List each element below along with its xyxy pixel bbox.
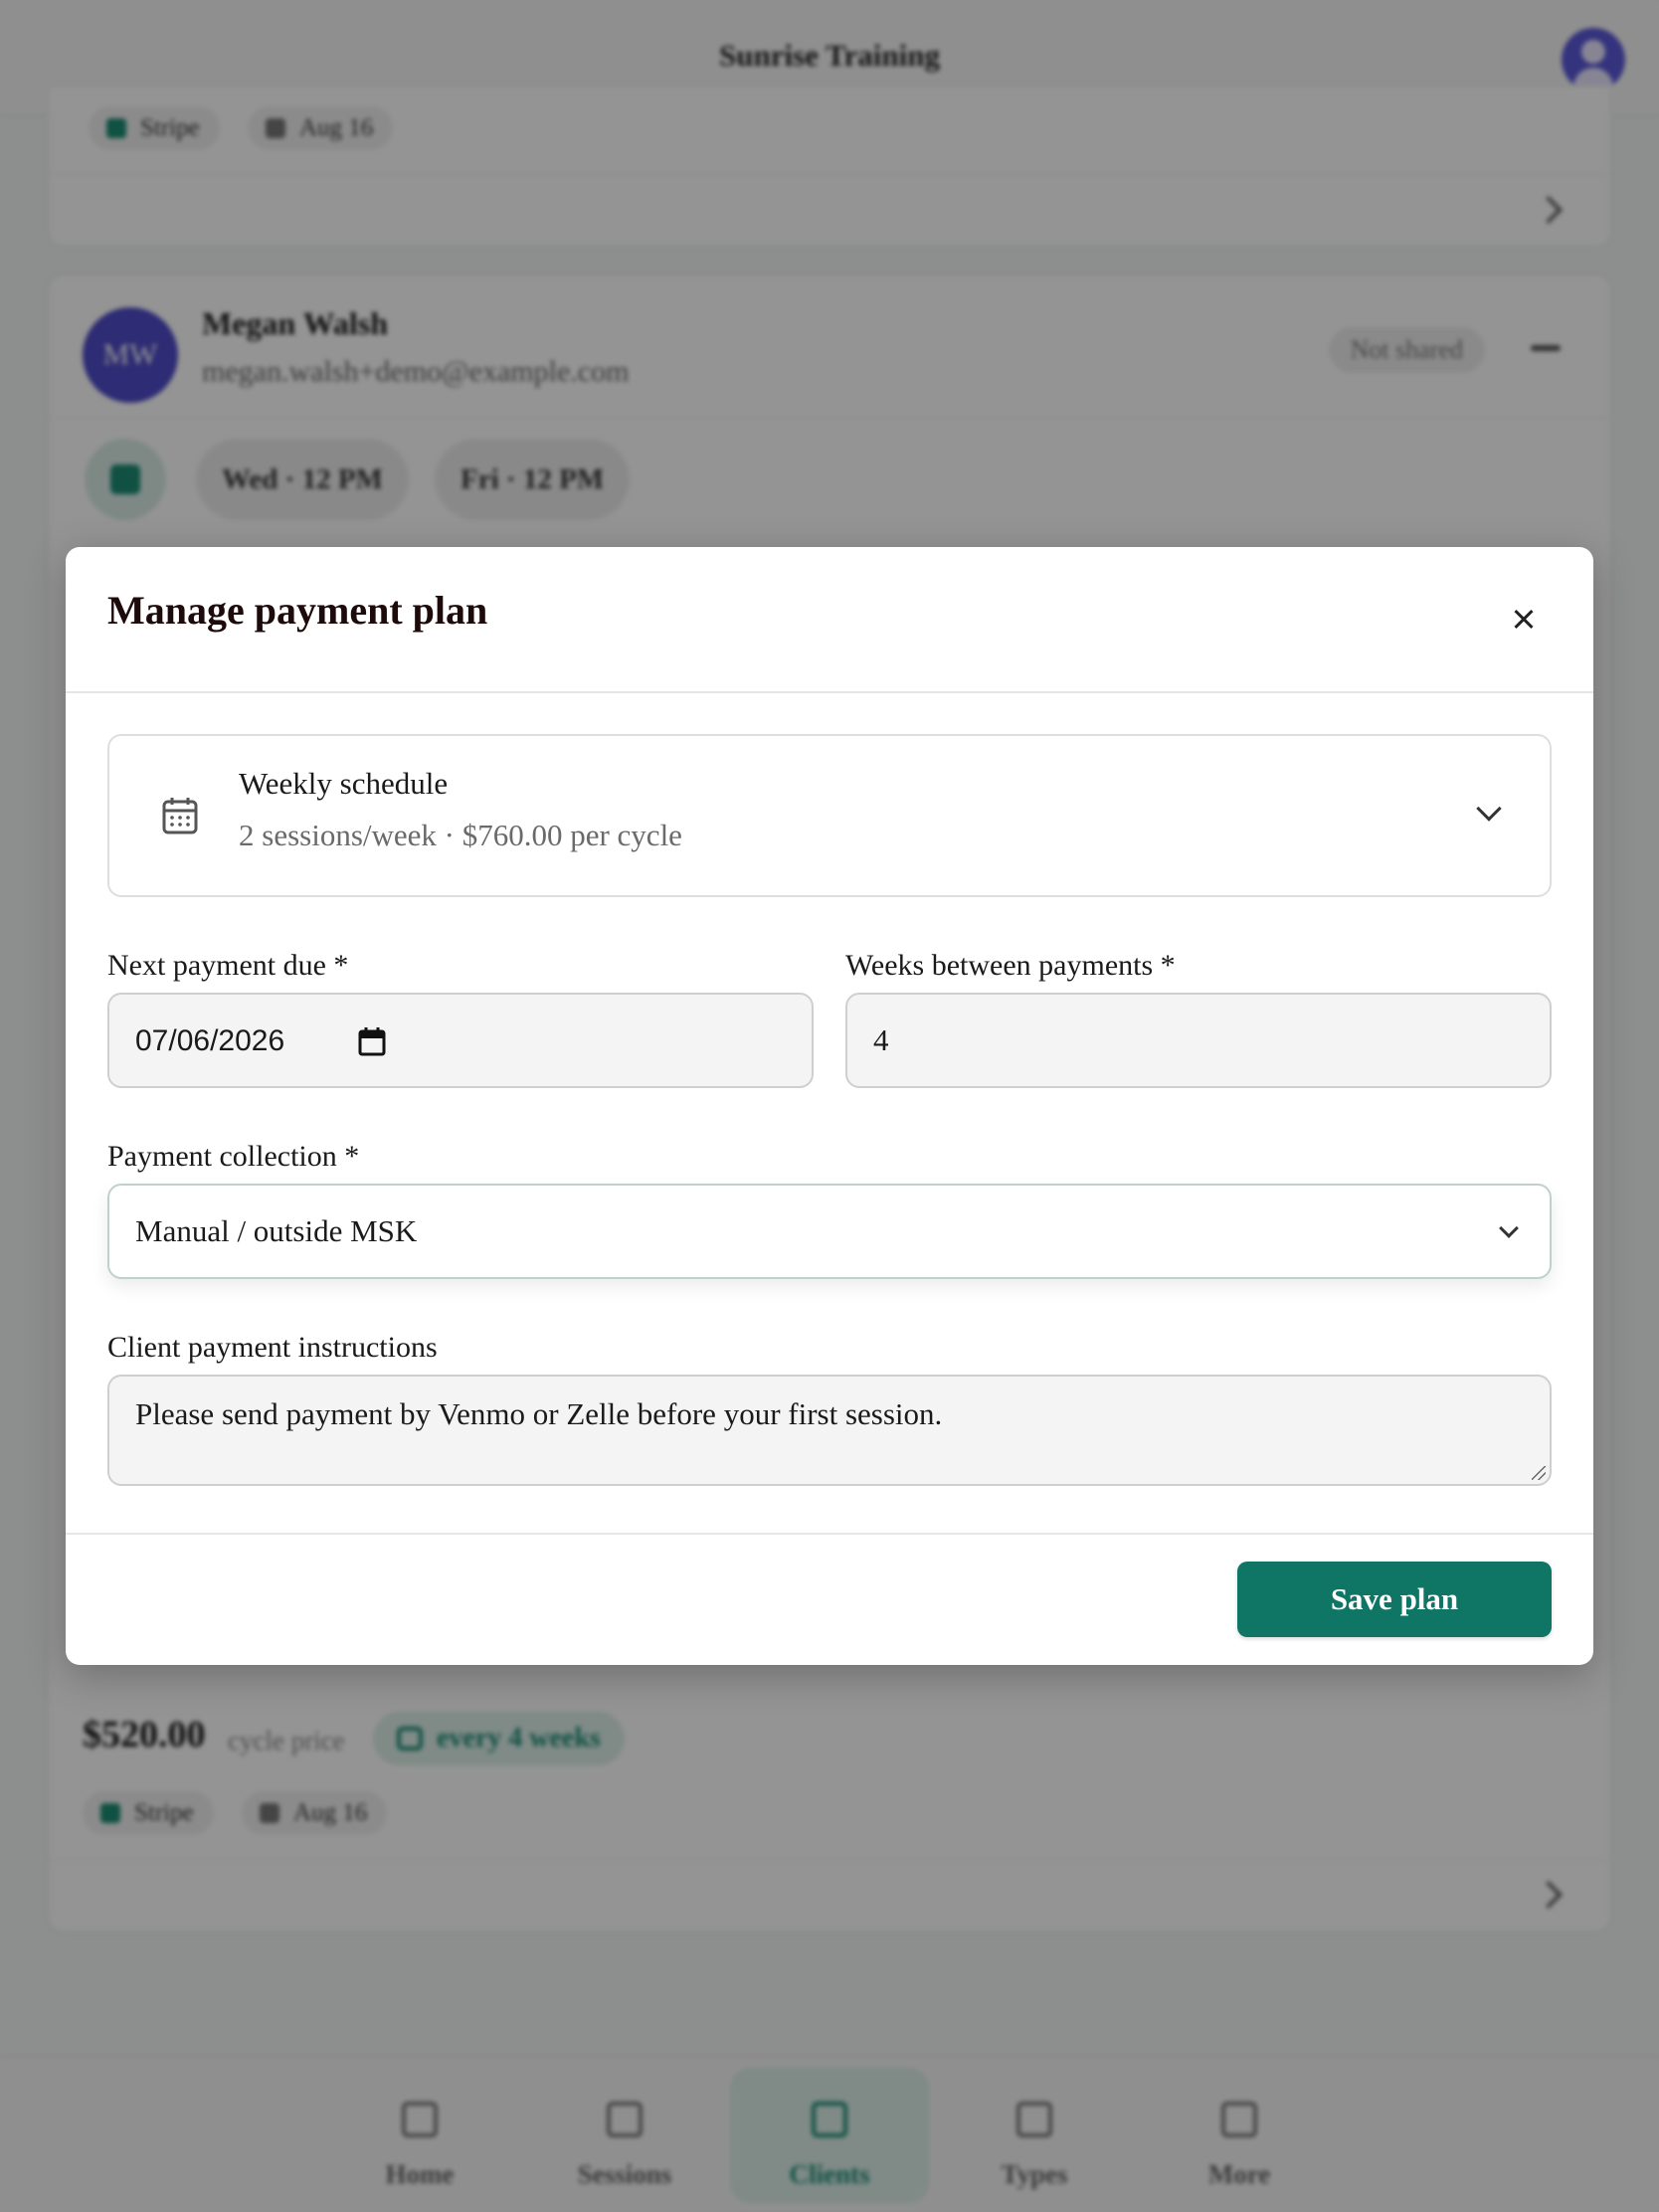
next-payment-date-input[interactable]: 07/06/2026 bbox=[107, 993, 814, 1088]
header-divider bbox=[66, 691, 1593, 693]
schedule-selector[interactable]: Weekly schedule 2 sessions/week · $760.0… bbox=[107, 734, 1552, 897]
chevron-down-icon bbox=[1499, 1218, 1519, 1238]
instructions-value: Please send payment by Venmo or Zelle be… bbox=[135, 1396, 943, 1431]
resize-handle-icon[interactable] bbox=[1532, 1466, 1546, 1480]
schedule-summary: 2 sessions/week · $760.00 per cycle bbox=[239, 818, 682, 852]
close-button[interactable] bbox=[1496, 591, 1552, 646]
schedule-title: Weekly schedule bbox=[239, 766, 449, 801]
calendar-icon bbox=[162, 798, 198, 834]
calendar-picker-icon[interactable] bbox=[358, 1026, 386, 1056]
next-payment-date-value: 07/06/2026 bbox=[135, 1024, 285, 1057]
weeks-between-label: Weeks between payments * bbox=[845, 949, 1176, 982]
payment-collection-label: Payment collection * bbox=[107, 1140, 360, 1173]
payment-collection-value: Manual / outside MSK bbox=[135, 1213, 418, 1248]
next-payment-label: Next payment due * bbox=[107, 949, 349, 982]
save-plan-button[interactable]: Save plan bbox=[1237, 1562, 1552, 1637]
weeks-between-input[interactable]: 4 bbox=[845, 993, 1552, 1088]
footer-divider bbox=[66, 1533, 1593, 1535]
dialog-title: Manage payment plan bbox=[107, 588, 488, 633]
chevron-down-icon bbox=[1476, 796, 1502, 822]
payment-plan-dialog: Manage payment plan Weekly schedule 2 se… bbox=[66, 547, 1593, 1665]
instructions-textarea[interactable]: Please send payment by Venmo or Zelle be… bbox=[107, 1375, 1552, 1486]
payment-collection-select[interactable]: Manual / outside MSK bbox=[107, 1184, 1552, 1279]
instructions-label: Client payment instructions bbox=[107, 1331, 438, 1364]
